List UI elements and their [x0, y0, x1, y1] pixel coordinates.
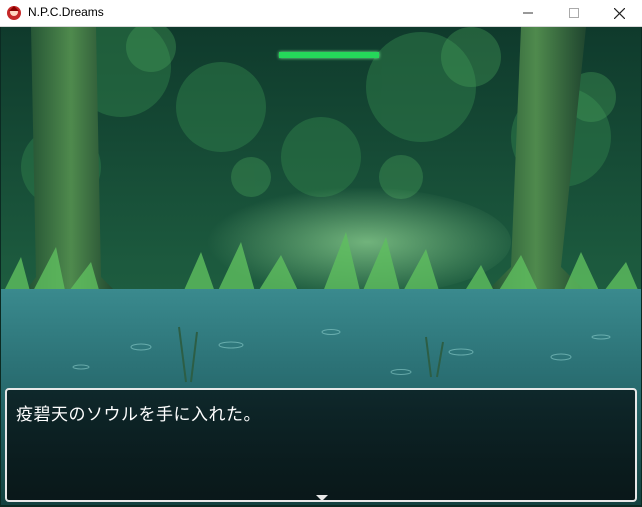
window-titlebar[interactable]: N.P.C.Dreams — [0, 0, 642, 27]
down-triangle-icon[interactable] — [316, 495, 328, 501]
close-icon — [613, 7, 625, 19]
maximize-icon — [569, 8, 579, 18]
minimize-icon — [523, 12, 533, 14]
app-icon — [7, 6, 21, 20]
close-button[interactable] — [596, 0, 642, 26]
hp-bar — [279, 52, 379, 58]
message-window[interactable]: 疫碧天のソウルを手に入れた。 — [5, 388, 637, 502]
minimize-button[interactable] — [505, 0, 551, 26]
game-viewport[interactable]: 疫碧天のソウルを手に入れた。 — [1, 27, 641, 505]
message-text: 疫碧天のソウルを手に入れた。 — [16, 405, 261, 425]
maximize-button[interactable] — [551, 0, 597, 26]
window-title: N.P.C.Dreams — [28, 5, 104, 19]
